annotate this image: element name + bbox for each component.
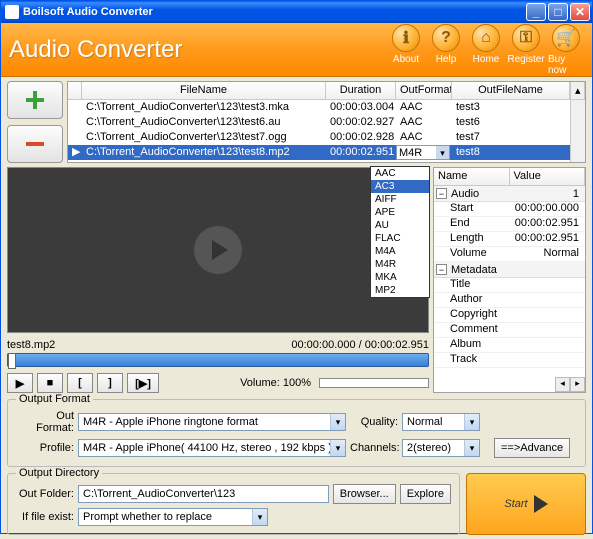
props-col-name[interactable]: Name [434, 168, 510, 185]
help-button[interactable]: ?Help [428, 24, 464, 76]
buy now-icon: 🛒 [552, 24, 580, 52]
properties-panel: Name Value −Audio1 Start00:00:00.000End0… [433, 167, 586, 393]
out-folder-label: Out Folder: [16, 488, 74, 500]
seek-bar[interactable] [7, 353, 429, 367]
out-folder-input[interactable]: C:\Torrent_AudioConverter\123 [78, 485, 329, 503]
dropdown-option[interactable]: FLAC [371, 232, 429, 245]
advance-button[interactable]: ==>Advance [494, 438, 570, 458]
explore-button[interactable]: Explore [400, 484, 451, 504]
header: Audio Converter ℹAbout?Help⌂Home⚿Registe… [1, 23, 592, 77]
dropdown-option[interactable]: AC3 [371, 180, 429, 193]
table-row[interactable]: C:\Torrent_AudioConverter\123\test6.au00… [68, 115, 585, 130]
remove-file-button[interactable] [7, 125, 63, 163]
table-row[interactable]: C:\Torrent_AudioConverter\123\test8.ra00… [68, 160, 585, 163]
property-row[interactable]: Start00:00:00.000 [434, 202, 585, 217]
props-category-audio[interactable]: −Audio1 [434, 186, 585, 202]
app-icon [5, 5, 19, 19]
volume-slider[interactable] [319, 378, 429, 388]
props-col-value[interactable]: Value [510, 168, 586, 185]
stop-button[interactable]: ■ [37, 373, 63, 393]
seek-thumb[interactable] [8, 353, 16, 369]
maximize-button[interactable]: □ [548, 3, 568, 21]
property-row[interactable]: Author [434, 293, 585, 308]
col-outformat[interactable]: OutFormat [396, 82, 452, 99]
file-table: FileName Duration OutFormat OutFileName … [67, 81, 586, 163]
register-icon: ⚿ [512, 24, 540, 52]
out-format-label: Out Format: [16, 410, 74, 434]
app-title: Audio Converter [9, 36, 388, 64]
close-button[interactable]: ✕ [570, 3, 590, 21]
home-button[interactable]: ⌂Home [468, 24, 504, 76]
chevron-down-icon: ▾ [464, 414, 479, 430]
channels-select[interactable]: 2(stereo)▾ [402, 439, 480, 457]
property-row[interactable]: Title [434, 278, 585, 293]
minimize-button[interactable]: _ [526, 3, 546, 21]
profile-select[interactable]: M4R - Apple iPhone( 44100 Hz, stereo , 1… [78, 439, 346, 457]
chevron-down-icon: ▾ [436, 146, 449, 159]
about-button[interactable]: ℹAbout [388, 24, 424, 76]
dropdown-option[interactable]: MKA [371, 271, 429, 284]
format-dropdown-list[interactable]: AACAC3AIFFAPEAUFLACM4AM4RMKAMP2 [370, 166, 430, 298]
table-row[interactable]: C:\Torrent_AudioConverter\123\test3.mka0… [68, 100, 585, 115]
dropdown-option[interactable]: APE [371, 206, 429, 219]
quality-select[interactable]: Normal▾ [402, 413, 480, 431]
chevron-down-icon: ▾ [330, 414, 345, 430]
home-icon: ⌂ [472, 24, 500, 52]
preview-filename: test8.mp2 [7, 339, 55, 351]
property-row[interactable]: End00:00:02.951 [434, 217, 585, 232]
profile-label: Profile: [16, 442, 74, 454]
buy-now-button[interactable]: 🛒Buy now [548, 24, 584, 76]
col-filename[interactable]: FileName [82, 82, 326, 99]
col-duration[interactable]: Duration [326, 82, 396, 99]
out-format-select[interactable]: M4R - Apple iPhone ringtone format▾ [78, 413, 346, 431]
props-scroll-right[interactable]: ▸ [570, 377, 585, 392]
dropdown-option[interactable]: M4A [371, 245, 429, 258]
col-outfilename[interactable]: OutFileName [452, 82, 570, 99]
quality-label: Quality: [350, 416, 398, 428]
chevron-down-icon: ▾ [330, 440, 345, 456]
props-category-metadata[interactable]: −Metadata [434, 262, 585, 278]
mark-in-button[interactable]: [ [67, 373, 93, 393]
dropdown-option[interactable]: AAC [371, 167, 429, 180]
preview-play-icon[interactable] [194, 226, 242, 274]
property-row[interactable]: Album [434, 338, 585, 353]
preview-screen: AACAC3AIFFAPEAUFLACM4AM4RMKAMP2 [7, 167, 429, 333]
minus-icon [23, 132, 47, 156]
dropdown-option[interactable]: AU [371, 219, 429, 232]
play-button[interactable]: ▶ [7, 373, 33, 393]
property-row[interactable]: VolumeNormal [434, 247, 585, 262]
dropdown-option[interactable]: M4R [371, 258, 429, 271]
add-file-button[interactable] [7, 81, 63, 119]
output-format-group: Output Format Out Format: M4R - Apple iP… [7, 399, 586, 467]
table-scroll-up[interactable]: ▴ [570, 82, 585, 99]
outformat-dropdown[interactable]: M4R▾ [396, 145, 450, 160]
output-directory-group: Output Directory Out Folder: C:\Torrent_… [7, 473, 460, 535]
help-icon: ? [432, 24, 460, 52]
dropdown-option[interactable]: MP2 [371, 284, 429, 297]
chevron-down-icon: ▾ [464, 440, 479, 456]
preview-time: 00:00:00.000 / 00:00:02.951 [291, 339, 429, 351]
table-row[interactable]: ▶C:\Torrent_AudioConverter\123\test8.mp2… [68, 145, 585, 160]
chevron-down-icon: ▾ [252, 509, 267, 525]
register-button[interactable]: ⚿Register [508, 24, 544, 76]
property-row[interactable]: Length00:00:02.951 [434, 232, 585, 247]
window-title: Boilsoft Audio Converter [23, 6, 153, 18]
about-icon: ℹ [392, 24, 420, 52]
volume-label: Volume: 100% [240, 377, 311, 389]
mark-range-button[interactable]: [▶] [127, 373, 159, 393]
property-row[interactable]: Comment [434, 323, 585, 338]
channels-label: Channels: [350, 442, 398, 454]
property-row[interactable]: Track [434, 353, 585, 368]
property-row[interactable]: Copyright [434, 308, 585, 323]
dropdown-option[interactable]: AIFF [371, 193, 429, 206]
props-scroll-left[interactable]: ◂ [555, 377, 570, 392]
start-button[interactable]: Start [466, 473, 586, 535]
table-row[interactable]: C:\Torrent_AudioConverter\123\test7.ogg0… [68, 130, 585, 145]
if-exist-label: If file exist: [16, 511, 74, 523]
browser-button[interactable]: Browser... [333, 484, 396, 504]
plus-icon [23, 88, 47, 112]
mark-out-button[interactable]: ] [97, 373, 123, 393]
if-exist-select[interactable]: Prompt whether to replace▾ [78, 508, 268, 526]
titlebar: Boilsoft Audio Converter _ □ ✕ [1, 1, 592, 23]
